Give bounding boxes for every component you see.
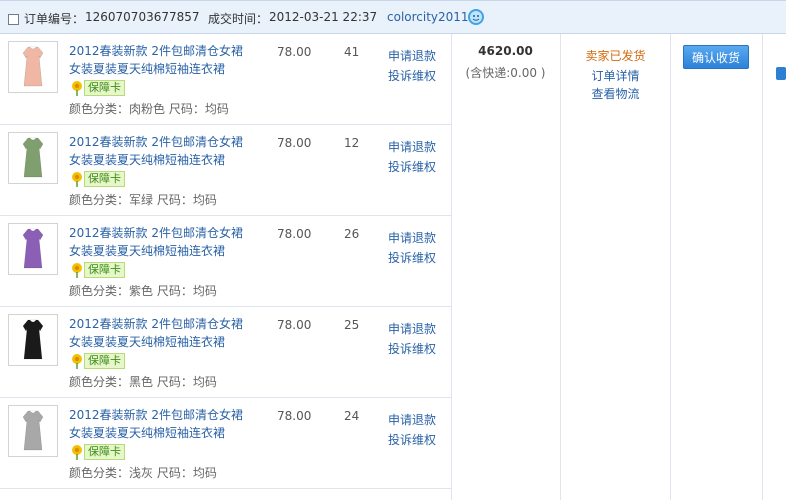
guarantee-badge-label: 保障卡 bbox=[84, 80, 125, 96]
product-row: 2012春装新款 2件包邮清仓女裙女装夏装夏天纯棉短袖连衣裙 保障卡 颜色分类：… bbox=[0, 34, 451, 125]
product-thumbnail[interactable] bbox=[8, 132, 58, 184]
product-title-link[interactable]: 2012春装新款 2件包邮清仓女裙女装夏装夏天纯棉短袖连衣裙 bbox=[69, 133, 254, 169]
complaint-link[interactable]: 投诉维权 bbox=[388, 340, 436, 357]
apply-refund-link[interactable]: 申请退款 bbox=[388, 411, 436, 428]
product-row: 2012春装新款 2件包邮清仓女裙女装夏装夏天纯棉短袖连衣裙 保障卡 颜色分类：… bbox=[0, 307, 451, 398]
column-divider bbox=[451, 34, 452, 500]
dress-icon bbox=[22, 228, 44, 269]
product-attributes: 颜色分类：黑色 尺码：均码 bbox=[69, 375, 217, 389]
order-time: 2012-03-21 22:37 bbox=[269, 10, 378, 24]
apply-refund-link[interactable]: 申请退款 bbox=[388, 138, 436, 155]
product-row: 2012春装新款 2件包邮清仓女裙女装夏装夏天纯棉短袖连衣裙 保障卡 颜色分类：… bbox=[0, 398, 451, 489]
quantity: 25 bbox=[344, 318, 360, 332]
apply-refund-link[interactable]: 申请退款 bbox=[388, 47, 436, 64]
shipping-fee: (含快递:0.00 ) bbox=[465, 66, 546, 80]
flower-icon bbox=[72, 81, 82, 96]
flower-icon bbox=[72, 445, 82, 460]
quantity: 26 bbox=[344, 227, 360, 241]
unit-price: 78.00 bbox=[277, 409, 312, 423]
unit-price: 78.00 bbox=[277, 227, 312, 241]
complaint-link[interactable]: 投诉维权 bbox=[388, 67, 436, 84]
wangwang-chat-icon[interactable] bbox=[467, 8, 485, 26]
dress-icon bbox=[22, 46, 44, 87]
dress-icon bbox=[22, 137, 44, 178]
complaint-link[interactable]: 投诉维权 bbox=[388, 249, 436, 266]
dress-icon bbox=[22, 319, 44, 360]
product-thumbnail[interactable] bbox=[8, 314, 58, 366]
product-row: 2012春装新款 2件包邮清仓女裙女装夏装夏天纯棉短袖连衣裙 保障卡 颜色分类：… bbox=[0, 125, 451, 216]
apply-refund-link[interactable]: 申请退款 bbox=[388, 320, 436, 337]
product-thumbnail[interactable] bbox=[8, 405, 58, 457]
product-row bbox=[0, 489, 451, 501]
order-header: 订单编号： 126070703677857 成交时间： 2012-03-21 2… bbox=[0, 0, 786, 34]
quantity: 12 bbox=[344, 136, 360, 150]
quantity: 41 bbox=[344, 45, 360, 59]
flower-icon bbox=[72, 172, 82, 187]
guarantee-badge-label: 保障卡 bbox=[84, 171, 125, 187]
unit-price: 78.00 bbox=[277, 45, 312, 59]
order-time-label: 成交时间： bbox=[208, 12, 269, 26]
product-attributes: 颜色分类：浅灰 尺码：均码 bbox=[69, 466, 217, 480]
product-attributes: 颜色分类：肉粉色 尺码：均码 bbox=[69, 102, 229, 116]
unit-price: 78.00 bbox=[277, 318, 312, 332]
complaint-link[interactable]: 投诉维权 bbox=[388, 431, 436, 448]
flower-icon bbox=[72, 263, 82, 278]
order-status: 卖家已发货 bbox=[585, 49, 646, 63]
column-divider bbox=[560, 34, 561, 500]
order-number-label: 订单编号： bbox=[24, 12, 85, 26]
seller-link[interactable]: colorcity2011 bbox=[387, 10, 469, 24]
column-divider bbox=[762, 34, 763, 500]
dress-icon bbox=[22, 410, 44, 451]
product-title-link[interactable]: 2012春装新款 2件包邮清仓女裙女装夏装夏天纯棉短袖连衣裙 bbox=[69, 406, 254, 442]
confirm-receipt-button[interactable]: 确认收货 bbox=[683, 45, 749, 69]
product-title-link[interactable]: 2012春装新款 2件包邮清仓女裙女装夏装夏天纯棉短袖连衣裙 bbox=[69, 224, 254, 260]
guarantee-badge-label: 保障卡 bbox=[84, 262, 125, 278]
flower-icon bbox=[72, 354, 82, 369]
column-divider bbox=[670, 34, 671, 500]
complaint-link[interactable]: 投诉维权 bbox=[388, 158, 436, 175]
guarantee-badge-label: 保障卡 bbox=[84, 353, 125, 369]
product-title-link[interactable]: 2012春装新款 2件包邮清仓女裙女装夏装夏天纯棉短袖连衣裙 bbox=[69, 42, 254, 78]
order-total: 4620.00 bbox=[478, 44, 533, 58]
product-attributes: 颜色分类：紫色 尺码：均码 bbox=[69, 284, 217, 298]
order-detail-link[interactable]: 订单详情 bbox=[561, 67, 670, 84]
product-title-link[interactable]: 2012春装新款 2件包邮清仓女裙女装夏装夏天纯棉短袖连衣裙 bbox=[69, 315, 254, 351]
order-select-checkbox[interactable] bbox=[8, 14, 19, 25]
quantity: 24 bbox=[344, 409, 360, 423]
apply-refund-link[interactable]: 申请退款 bbox=[388, 229, 436, 246]
product-row: 2012春装新款 2件包邮清仓女裙女装夏装夏天纯棉短袖连衣裙 保障卡 颜色分类：… bbox=[0, 216, 451, 307]
view-logistics-link[interactable]: 查看物流 bbox=[561, 85, 670, 102]
guarantee-badge-label: 保障卡 bbox=[84, 444, 125, 460]
product-thumbnail[interactable] bbox=[8, 223, 58, 275]
product-attributes: 颜色分类：军绿 尺码：均码 bbox=[69, 193, 217, 207]
order-number: 126070703677857 bbox=[85, 10, 200, 24]
unit-price: 78.00 bbox=[277, 136, 312, 150]
edit-icon[interactable] bbox=[776, 67, 786, 80]
product-thumbnail[interactable] bbox=[8, 41, 58, 93]
